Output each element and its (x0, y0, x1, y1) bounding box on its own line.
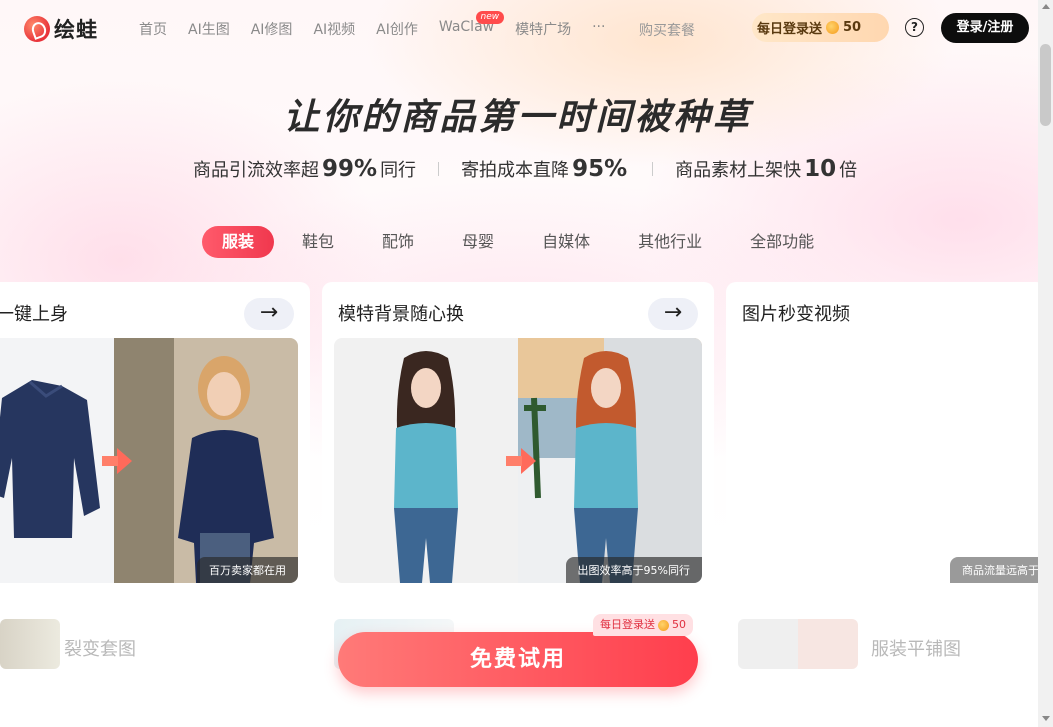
feature-card-image-to-video[interactable]: 图片秒变视频 商品流量远高于 (726, 282, 1051, 595)
stat-value: 99% (322, 156, 378, 182)
buy-package-link[interactable]: 购买套餐 (639, 20, 695, 40)
feature-card-try-on[interactable]: 一键上身 → 百万卖家都在用 (0, 282, 310, 595)
nav-ai-image[interactable]: AI生图 (188, 19, 230, 39)
feature-card-background-swap[interactable]: 模特背景随心换 → 出图效率高于95%同行 (322, 282, 714, 595)
logo-text: 绘蛙 (54, 18, 98, 42)
daily-login-points: 50 (843, 20, 862, 35)
login-button[interactable]: 登录/注册 (941, 13, 1029, 43)
tab-mother-baby[interactable]: 母婴 (442, 226, 514, 258)
nav-home[interactable]: 首页 (139, 19, 167, 39)
main-nav: 首页 AI生图 AI修图 AI视频 AI创作 WaClaw new 模特广场 ··… (139, 11, 605, 39)
card-thumbnail (0, 619, 60, 669)
card-image: 百万卖家都在用 (0, 338, 298, 583)
transform-arrow-icon (102, 448, 132, 474)
stat-label: 商品素材上架快 (675, 160, 802, 181)
coin-icon (658, 619, 669, 631)
badge-label: 每日登录送 (600, 618, 655, 631)
nav-waclaw[interactable]: WaClaw new (439, 11, 505, 39)
scroll-down-icon[interactable] (1042, 716, 1050, 721)
new-badge: new (475, 11, 505, 24)
arrow-right-icon[interactable]: → (244, 298, 294, 330)
tab-clothing[interactable]: 服装 (202, 226, 275, 258)
feature-card-flat-lay[interactable]: 服装平铺图 (726, 607, 1046, 727)
stat-value: 95% (572, 156, 628, 182)
hero-stats: 商品引流效率超 99% 同行 寄拍成本直降 95% 商品素材上架快 10 倍 (193, 156, 857, 182)
card-image: 出图效率高于95%同行 (334, 338, 702, 583)
card-caption: 百万卖家都在用 (197, 557, 298, 583)
daily-bonus-badge: 每日登录送 50 (593, 614, 693, 636)
card-title: 裂变套图 (64, 639, 136, 660)
stat-divider (652, 162, 654, 176)
stat-value: 10 (804, 156, 837, 182)
help-icon[interactable]: ? (905, 18, 924, 37)
industry-tabs: 服装 鞋包 配饰 母婴 自媒体 其他行业 全部功能 (202, 226, 842, 258)
feature-card-set-images[interactable]: 裂变套图 (0, 607, 310, 727)
badge-points: 50 (672, 618, 686, 631)
hero-title: 让你的商品第一时间被种草 (283, 97, 752, 138)
stat-suffix: 同行 (380, 160, 417, 181)
daily-login-label: 每日登录送 (757, 22, 823, 37)
tab-self-media[interactable]: 自媒体 (522, 226, 610, 258)
card-caption: 出图效率高于95%同行 (565, 557, 702, 583)
card-title: 模特背景随心换 (338, 304, 464, 325)
logo[interactable]: 绘蛙 (24, 14, 98, 44)
logo-icon (24, 16, 50, 42)
coin-icon (826, 21, 840, 34)
tab-shoes-bags[interactable]: 鞋包 (282, 226, 354, 258)
transform-arrow-icon (506, 448, 536, 474)
tab-all-features[interactable]: 全部功能 (730, 226, 834, 258)
card-title: 一键上身 (0, 304, 68, 325)
scroll-up-icon[interactable] (1042, 4, 1050, 9)
tab-other-industry[interactable]: 其他行业 (618, 226, 722, 258)
nav-more[interactable]: ··· (592, 19, 605, 39)
top-header: 绘蛙 首页 AI生图 AI修图 AI视频 AI创作 WaClaw new 模特广场… (0, 0, 1053, 58)
stat-divider (438, 162, 440, 176)
shirt-to-model-illustration (0, 338, 298, 583)
tab-accessories[interactable]: 配饰 (362, 226, 434, 258)
nav-ai-video[interactable]: AI视频 (313, 19, 355, 39)
nav-model-square[interactable]: 模特广场 (515, 19, 571, 39)
vertical-scrollbar[interactable] (1038, 0, 1053, 727)
nav-ai-create[interactable]: AI创作 (376, 19, 418, 39)
stat-label: 寄拍成本直降 (461, 160, 570, 181)
card-title: 服装平铺图 (871, 639, 961, 660)
stat-label: 商品引流效率超 (193, 160, 319, 181)
arrow-right-icon[interactable]: → (648, 298, 698, 330)
free-trial-button[interactable]: 免费试用 (338, 632, 698, 687)
stat-suffix: 倍 (839, 160, 858, 181)
daily-login-bonus[interactable]: 每日登录送 50 (752, 13, 889, 42)
card-thumbnail (738, 619, 858, 669)
card-title: 图片秒变视频 (742, 304, 850, 325)
card-caption: 商品流量远高于 (950, 557, 1051, 583)
nav-ai-retouch[interactable]: AI修图 (251, 19, 293, 39)
scroll-thumb[interactable] (1040, 44, 1051, 126)
